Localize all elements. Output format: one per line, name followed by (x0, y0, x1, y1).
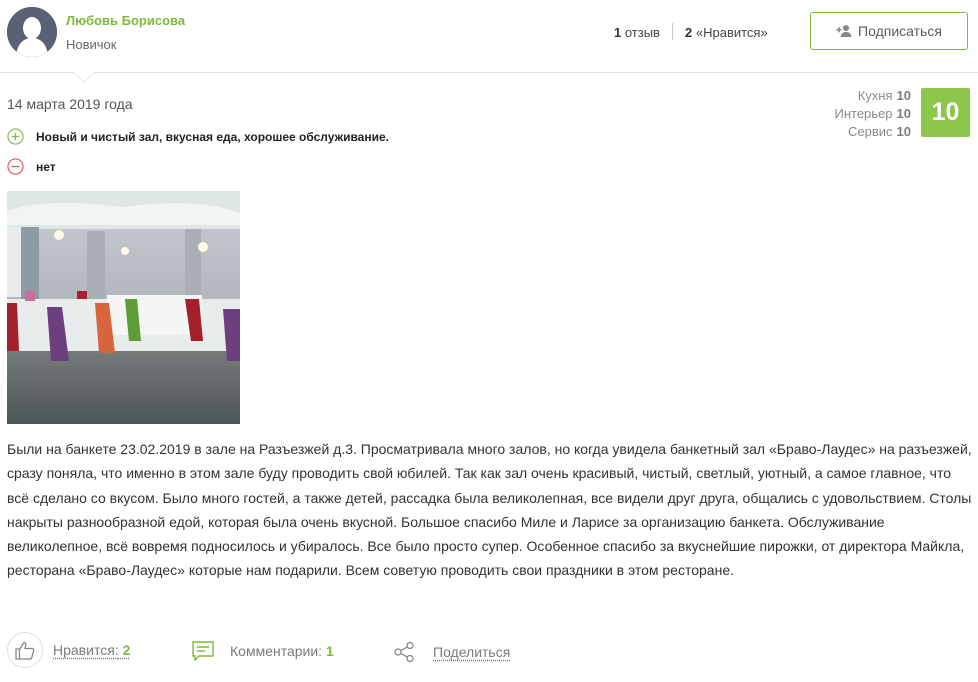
comments-count: 1 (325, 643, 334, 659)
share-icon (394, 641, 414, 663)
header-pointer-fill (74, 72, 94, 82)
subscribe-button[interactable]: Подписаться (810, 12, 968, 50)
overall-score-badge: 10 (921, 88, 970, 137)
rating-interior: Интерьер 10 (834, 106, 912, 121)
rating-service: Сервис 10 (848, 124, 911, 139)
cons-row: нет (7, 158, 56, 175)
likes-label: «Нравится» (695, 25, 768, 40)
pros-row: Новый и чистый зал, вкусная еда, хорошее… (7, 128, 389, 145)
reviews-stat[interactable]: 1 отзыв (614, 25, 660, 40)
likes-count: 2 (685, 25, 693, 40)
likes-stat[interactable]: 2 «Нравится» (685, 25, 768, 40)
stat-divider (672, 23, 673, 40)
author-name[interactable]: Любовь Борисова (66, 13, 185, 28)
avatar-placeholder-icon (7, 7, 57, 57)
pros-text: Новый и чистый зал, вкусная еда, хорошее… (36, 129, 389, 144)
like-label[interactable]: Нравится: 2 (53, 642, 130, 658)
add-user-icon (836, 25, 852, 37)
comments-action[interactable]: Комментарии: 1 (192, 641, 334, 661)
author-rank: Новичок (66, 37, 117, 52)
like-action[interactable]: Нравится: 2 (7, 632, 130, 668)
cons-text: нет (36, 159, 56, 174)
avatar[interactable] (7, 7, 57, 57)
share-action[interactable]: Поделиться (393, 641, 510, 663)
plus-circle-icon (7, 128, 24, 145)
review-text: Были на банкете 23.02.2019 в зале на Раз… (7, 441, 972, 579)
review-date: 14 марта 2019 года (7, 96, 133, 112)
comment-icon (192, 641, 214, 661)
minus-circle-icon (7, 158, 24, 175)
share-label[interactable]: Поделиться (433, 644, 510, 660)
review-photo[interactable] (7, 191, 240, 424)
header-divider (0, 72, 978, 73)
ratings-list: Кухня 10 Интерьер 10 Сервис 10 (835, 87, 912, 141)
comments-label[interactable]: Комментарии: 1 (230, 643, 334, 659)
subscribe-label: Подписаться (858, 23, 942, 39)
rating-kitchen: Кухня 10 (857, 88, 911, 103)
reviews-label: отзыв (624, 25, 660, 40)
like-count: 2 (122, 642, 131, 658)
like-button[interactable] (7, 632, 43, 668)
thumbs-up-icon (15, 641, 35, 660)
reviews-count: 1 (614, 25, 622, 40)
